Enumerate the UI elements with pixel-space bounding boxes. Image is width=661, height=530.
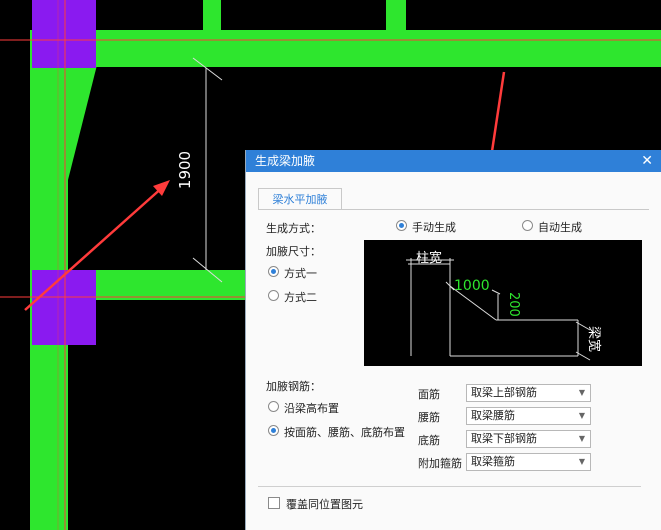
by-face-label[interactable]: 按面筋、腰筋、底筋布置	[284, 424, 405, 440]
size-label: 加腋尺寸：	[266, 245, 321, 258]
chevron-down-icon: ▼	[578, 388, 585, 397]
dialog-title: 生成梁加腋	[255, 154, 316, 168]
section-divider	[258, 486, 641, 487]
chevron-down-icon: ▼	[578, 411, 585, 420]
waist-bar-value: 取梁腰筋	[471, 409, 515, 422]
manual-option-label[interactable]: 手动生成	[412, 219, 456, 235]
auto-option-label[interactable]: 自动生成	[538, 219, 582, 235]
tab-divider	[258, 209, 649, 210]
bottom-bar-label: 底筋	[418, 434, 440, 447]
preview-horizontal-value: 1000	[454, 278, 490, 294]
preview-column-width: 柱宽	[416, 250, 442, 266]
haunch-dialog: 生成梁加腋 ✕ 梁水平加腋 生成方式： 手动生成 自动生成 加腋尺寸： 方式一 …	[245, 150, 661, 530]
chevron-down-icon: ▼	[578, 434, 585, 443]
method1-radio[interactable]	[268, 266, 279, 277]
rebar-label: 加腋钢筋：	[266, 380, 321, 393]
waist-bar-select[interactable]: 取梁腰筋 ▼	[466, 407, 591, 425]
top-beam	[30, 30, 661, 67]
dialog-title-bar[interactable]: 生成梁加腋 ✕	[246, 150, 661, 172]
overwrite-checkbox[interactable]	[268, 497, 280, 509]
by-beam-height-radio[interactable]	[268, 401, 279, 412]
preview-vertical-value: 200	[506, 292, 521, 317]
method2-label[interactable]: 方式二	[284, 289, 317, 305]
method1-label[interactable]: 方式一	[284, 265, 317, 281]
haunch-preview: 柱宽 1000 200 梁宽	[364, 240, 642, 366]
chevron-down-icon: ▼	[578, 457, 585, 466]
dimension-label: 1900	[176, 151, 194, 189]
by-face-radio[interactable]	[268, 425, 279, 436]
extra-bar-label: 附加箍筋	[418, 457, 462, 470]
tab-horizontal-haunch[interactable]: 梁水平加腋	[258, 188, 342, 210]
bottom-bar-select[interactable]: 取梁下部钢筋 ▼	[466, 430, 591, 448]
face-bar-value: 取梁上部钢筋	[471, 386, 537, 399]
generation-mode-label: 生成方式：	[266, 222, 321, 235]
waist-bar-label: 腰筋	[418, 411, 440, 424]
upper-short-beam-2	[386, 0, 406, 32]
upper-short-beam-1	[203, 0, 221, 32]
manual-radio[interactable]	[396, 220, 407, 231]
extra-bar-value: 取梁箍筋	[471, 455, 515, 468]
overwrite-checkbox-label[interactable]: 覆盖同位置图元	[286, 496, 363, 512]
method2-radio[interactable]	[268, 290, 279, 301]
face-bar-select[interactable]: 取梁上部钢筋 ▼	[466, 384, 591, 402]
by-beam-height-label[interactable]: 沿梁高布置	[284, 400, 339, 416]
face-bar-label: 面筋	[418, 388, 440, 401]
preview-beam-width: 梁宽	[586, 326, 602, 352]
bottom-bar-value: 取梁下部钢筋	[471, 432, 537, 445]
close-icon[interactable]: ✕	[641, 150, 653, 172]
column-top	[32, 0, 96, 68]
column-middle	[32, 270, 96, 345]
extra-bar-select[interactable]: 取梁箍筋 ▼	[466, 453, 591, 471]
auto-radio[interactable]	[522, 220, 533, 231]
haunch-shape	[68, 65, 97, 180]
